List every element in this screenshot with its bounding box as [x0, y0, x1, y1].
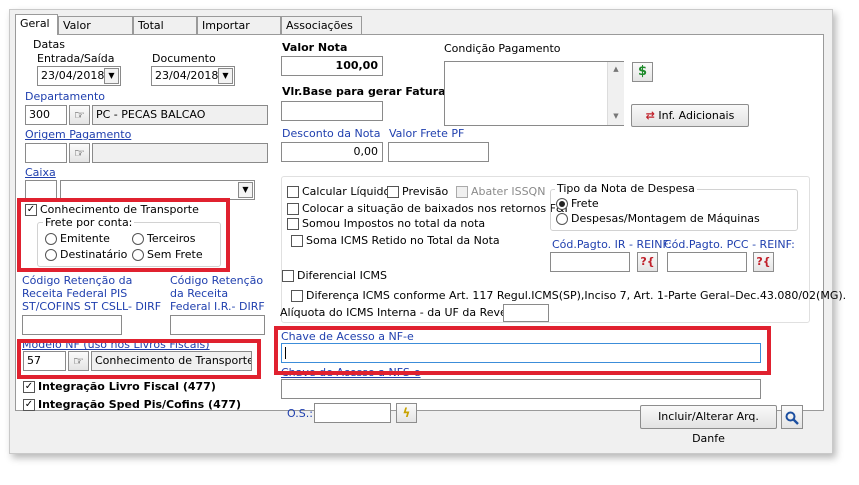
somou-impostos-label: Somou Impostos no total da nota — [302, 217, 486, 230]
somou-impostos-checkbox[interactable] — [287, 218, 299, 230]
previsao-label: Previsão — [402, 185, 449, 198]
caixa-label[interactable]: Caixa — [25, 166, 56, 179]
departamento-label: Departamento — [25, 90, 106, 103]
radio-frete[interactable] — [556, 198, 568, 210]
tab-geral[interactable]: Geral — [15, 14, 58, 35]
cod-pagto-ir-input[interactable] — [550, 252, 630, 272]
dollar-icon[interactable]: $ — [632, 62, 653, 82]
lightning-icon[interactable]: ϟ — [396, 403, 417, 423]
condicao-pagamento-list[interactable] — [444, 61, 624, 126]
retencao-pis-input[interactable] — [22, 315, 122, 335]
vlr-base-label: Vlr.Base para gerar Faturas — [282, 85, 453, 98]
calcular-liquido-checkbox[interactable] — [287, 186, 299, 198]
soma-icms-label: Soma ICMS Retido no Total da Nota — [306, 234, 500, 247]
retencao-ir-input[interactable] — [170, 315, 265, 335]
incluir-danfe-button[interactable]: Incluir/Alterar Arq. Danfe — [640, 405, 777, 445]
diferenca-icms-checkbox[interactable] — [291, 290, 303, 302]
abater-issqn-checkbox[interactable] — [456, 186, 468, 198]
integracao-sped-label: Integração Sped Pis/Cofins (477) — [38, 398, 242, 411]
highlight-conhecimento — [17, 198, 230, 272]
chevron-down-icon[interactable]: ▼ — [238, 182, 253, 198]
highlight-modelo-nf — [17, 339, 261, 379]
radio-frete-label: Frete — [571, 197, 599, 210]
cod-pagto-pcc-input[interactable] — [667, 252, 747, 272]
departamento-name: PC - PECAS BALCAO — [92, 105, 268, 125]
integracao-livro-fiscal-checkbox[interactable]: ✓ — [23, 381, 35, 393]
valor-nota-input[interactable]: 100,00 — [281, 56, 383, 76]
desconto-nota-label: Desconto da Nota — [282, 127, 381, 140]
entrada-saida-label: Entrada/Saída — [37, 52, 115, 65]
soma-icms-checkbox[interactable] — [291, 235, 303, 247]
os-label: O.S.: — [287, 407, 313, 420]
tab-associacoes[interactable]: Associações — [281, 16, 362, 34]
integracao-livro-fiscal-label: Integração Livro Fiscal (477) — [38, 380, 216, 393]
cod-pagto-ir-label: Cód.Pagto. IR - REINF: — [552, 238, 672, 251]
chave-nfse-input[interactable] — [281, 379, 761, 399]
tipo-despesa-label: Tipo da Nota de Despesa — [555, 182, 697, 195]
search-icon[interactable] — [781, 405, 803, 429]
aliquota-label: Alíquota do ICMS Interna - da UF da Reve… — [280, 306, 528, 319]
transfer-icon: ⇄ — [645, 109, 655, 122]
retencao-pis-label: Código Retenção da Receita Federal PIS S… — [22, 274, 162, 313]
baixados-checkbox[interactable] — [287, 203, 299, 215]
radio-despesas-montagem-label: Despesas/Montagem de Máquinas — [571, 212, 760, 225]
documento-date[interactable]: 23/04/2018 ▼ — [151, 66, 235, 86]
diferenca-icms-label: Diferença ICMS conforme Art. 117 Regul.I… — [306, 289, 847, 302]
caixa-code-input[interactable] — [25, 180, 57, 200]
chevron-down-icon[interactable]: ▼ — [218, 68, 233, 84]
diferencial-icms-label: Diferencial ICMS — [297, 269, 387, 282]
highlight-chave-nfe — [274, 326, 771, 375]
chevron-down-icon[interactable]: ▼ — [104, 68, 119, 84]
origem-pagamento-code-input[interactable] — [25, 143, 67, 163]
help-lookup-icon[interactable]: ?{ — [753, 252, 774, 272]
cod-pagto-pcc-label: Cód.Pagto. PCC - REINF: — [664, 238, 795, 251]
condicao-pagamento-label: Condição Pagamento — [444, 42, 561, 55]
previsao-checkbox[interactable] — [387, 186, 399, 198]
entrada-saida-date[interactable]: 23/04/2018 ▼ — [37, 66, 121, 86]
diferencial-icms-checkbox[interactable] — [282, 270, 294, 282]
origem-pagamento-label[interactable]: Origem Pagamento — [25, 128, 131, 141]
os-input[interactable] — [314, 403, 391, 423]
help-lookup-icon[interactable]: ?{ — [637, 252, 658, 272]
datas-label: Datas — [33, 38, 65, 51]
tab-valor-servico[interactable]: Valor Serviço — [58, 16, 133, 50]
valor-nota-label: Valor Nota — [282, 41, 348, 54]
lookup-hand-icon[interactable]: ☞ — [69, 143, 90, 163]
abater-issqn-label: Abater ISSQN — [471, 185, 546, 198]
calcular-liquido-label: Calcular Líquido — [302, 185, 391, 198]
desconto-nota-input[interactable]: 0,00 — [281, 142, 383, 162]
documento-label: Documento — [152, 52, 216, 65]
valor-frete-pf-label: Valor Frete PF — [389, 127, 465, 140]
retencao-ir-label: Código Retenção da Receita Federal I.R.-… — [170, 274, 265, 313]
tab-total-itens[interactable]: Total Itens — [133, 16, 197, 50]
valor-frete-pf-input[interactable] — [388, 142, 489, 162]
caixa-select[interactable]: ▼ — [60, 180, 255, 200]
radio-despesas-montagem[interactable] — [556, 213, 568, 225]
inf-adicionais-button[interactable]: ⇄ Inf. Adicionais — [631, 104, 749, 127]
baixados-label: Colocar a situação de baixados nos retor… — [302, 202, 568, 215]
aliquota-input[interactable] — [503, 304, 549, 322]
integracao-sped-checkbox[interactable]: ✓ — [23, 399, 35, 411]
origem-pagamento-name — [92, 143, 268, 163]
lookup-hand-icon[interactable]: ☞ — [69, 105, 90, 125]
departamento-code-input[interactable]: 300 — [25, 105, 67, 125]
scrollbar[interactable]: ▲ ▼ — [607, 62, 624, 125]
vlr-base-input[interactable] — [281, 101, 383, 121]
tab-importar-notas[interactable]: Importar Notas — [197, 16, 281, 50]
